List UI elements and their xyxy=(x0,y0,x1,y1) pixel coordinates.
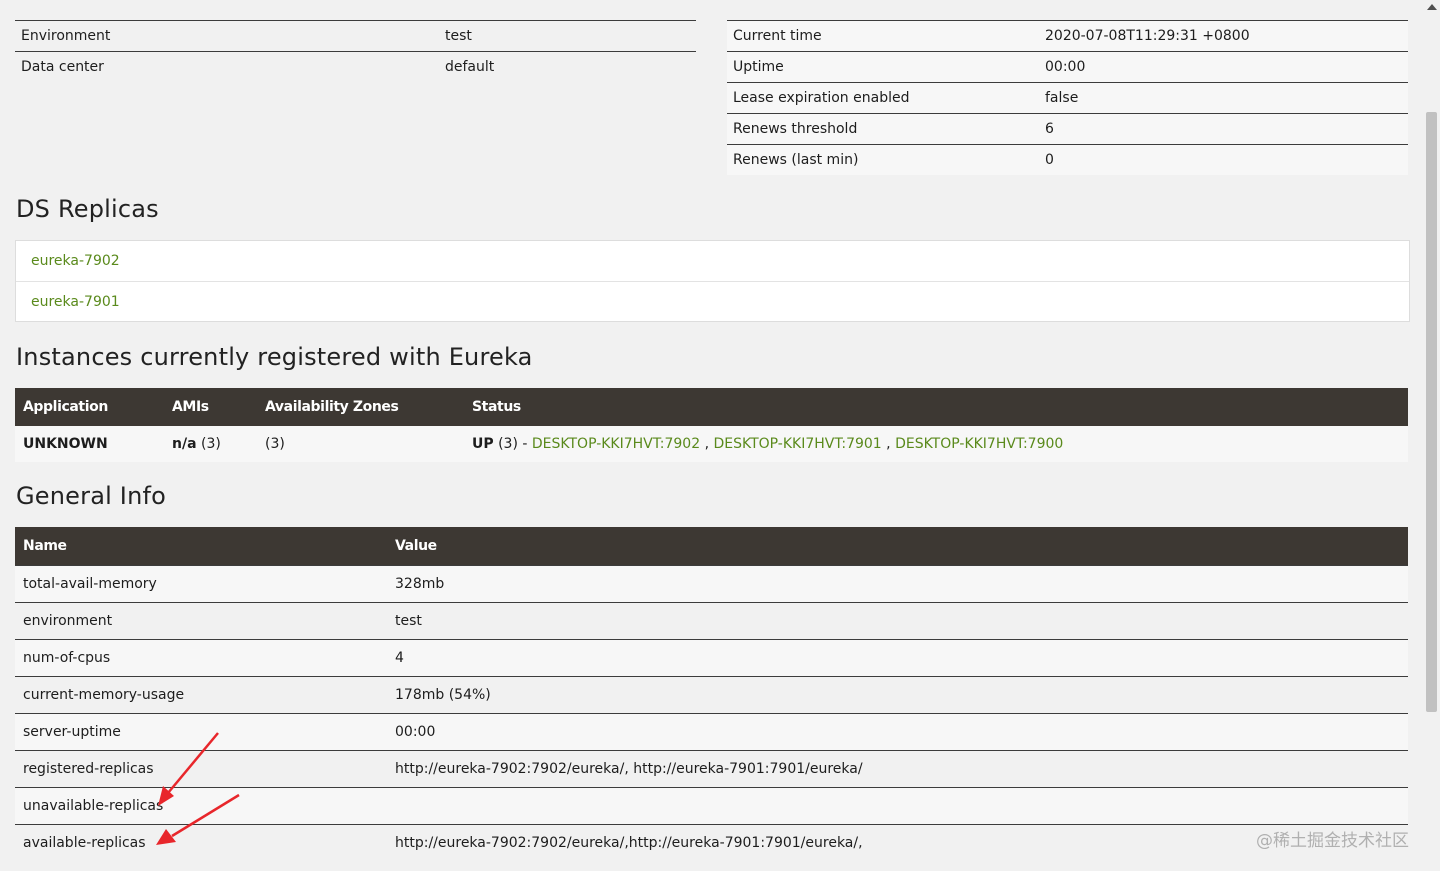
scrollbar-thumb[interactable] xyxy=(1426,112,1437,712)
scroll-up-icon[interactable] xyxy=(1427,4,1437,10)
watermark: @稀土掘金技术社区 xyxy=(1256,831,1409,851)
arrow-annotation-icon xyxy=(156,793,240,845)
arrow-annotation-icon xyxy=(158,732,219,806)
annotation-arrows xyxy=(156,732,240,845)
